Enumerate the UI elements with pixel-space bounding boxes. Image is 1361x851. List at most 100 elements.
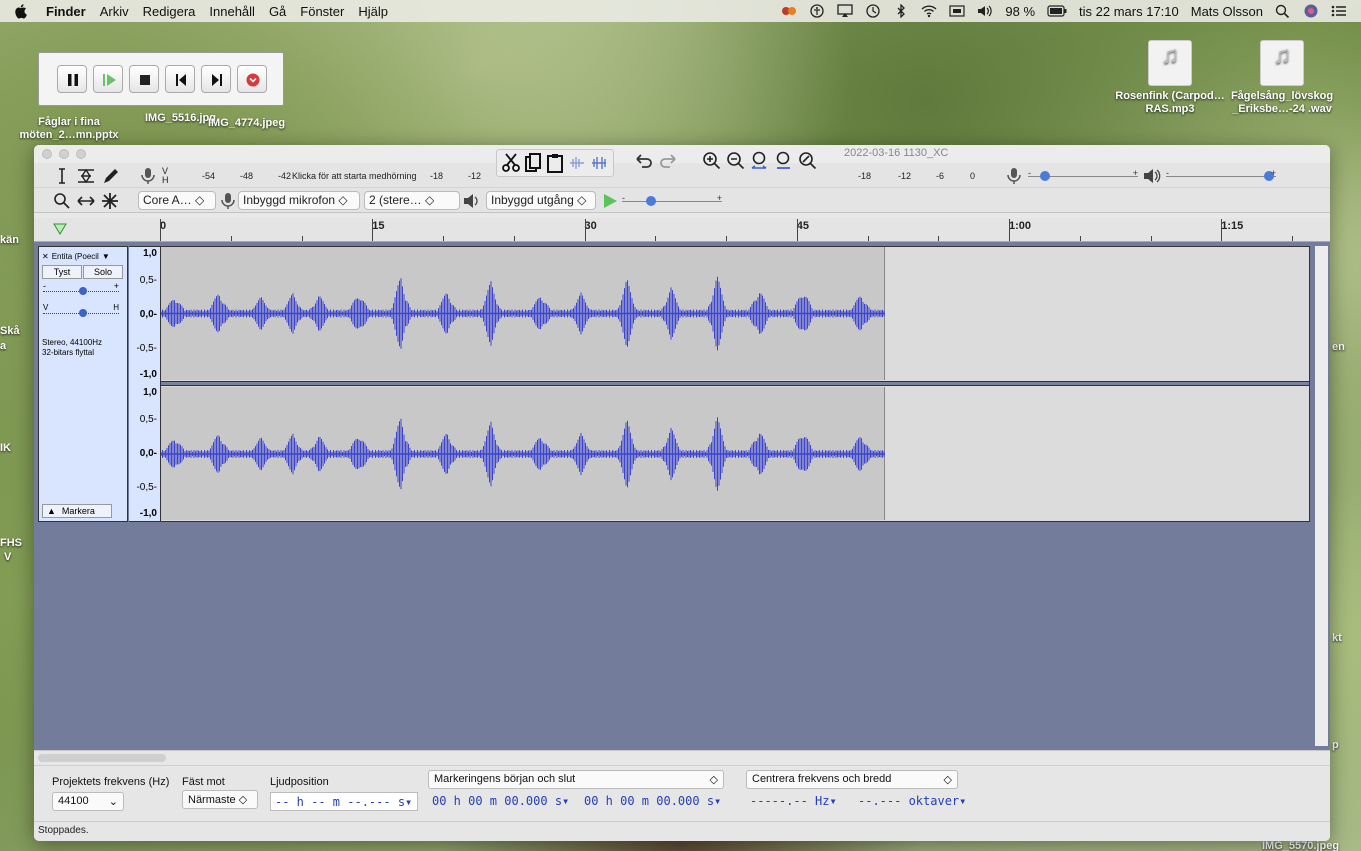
zoom-out-icon[interactable] — [726, 151, 746, 171]
play-at-speed-slider[interactable]: - + — [622, 193, 722, 209]
envelope-tool-icon[interactable] — [76, 166, 96, 186]
menu-user[interactable]: Mats Olsson — [1191, 4, 1263, 19]
desktop-file-img5516[interactable]: IMG_5516.jpg — [145, 112, 216, 124]
spotlight-search-icon[interactable] — [1275, 4, 1291, 18]
volume-icon[interactable] — [977, 4, 993, 18]
bandwidth-field[interactable]: --.--- oktaver▾ — [854, 792, 966, 811]
mute-button[interactable]: Tyst — [42, 265, 82, 279]
waveform-clip[interactable] — [160, 246, 1310, 522]
selection-start-field[interactable]: 00 h 00 m 00.000 s▾ — [428, 792, 576, 811]
fit-project-icon[interactable] — [774, 151, 794, 171]
desktop-label-ik[interactable]: IK — [0, 442, 11, 454]
zoom-toggle-icon[interactable] — [798, 151, 818, 171]
apple-icon[interactable] — [14, 3, 28, 19]
stop-button[interactable] — [129, 65, 159, 93]
zoom-window-button[interactable] — [76, 149, 86, 159]
solo-button[interactable]: Solo — [83, 265, 123, 279]
undo-icon[interactable] — [634, 151, 654, 171]
desktop-label-fhs[interactable]: FHS — [0, 537, 22, 549]
menu-arkiv[interactable]: Arkiv — [100, 4, 129, 19]
desktop-file-fagelsang[interactable]: Fågelsång_lövskog _Eriksbe…-24 .wav — [1222, 40, 1342, 116]
menu-datetime[interactable]: tis 22 mars 17:10 — [1079, 4, 1179, 19]
pause-button[interactable] — [57, 65, 87, 93]
notification-center-icon[interactable] — [1331, 4, 1347, 18]
collapse-track-icon[interactable]: ▲ — [47, 506, 56, 516]
waveform-right-channel[interactable] — [161, 387, 885, 520]
multi-tool-icon[interactable] — [100, 191, 120, 211]
selection-mode-select[interactable]: Markeringens början och slut ◇ — [428, 770, 724, 789]
skip-to-start-button[interactable] — [165, 65, 195, 93]
waveform-left-channel[interactable] — [161, 247, 885, 380]
play-at-speed-icon[interactable] — [600, 191, 620, 211]
channels-select[interactable]: 2 (stere… ◇ — [364, 191, 460, 210]
record-meter[interactable]: V H -54 -48 -42 Klicka för att starta me… — [162, 166, 502, 186]
spectral-mode-select[interactable]: Centrera frekvens och bredd ◇ — [746, 770, 958, 789]
bluetooth-icon[interactable] — [893, 4, 909, 18]
fit-selection-icon[interactable] — [750, 151, 770, 171]
audio-position-field[interactable]: -- h -- m --.--- s▾ — [270, 792, 418, 811]
gain-slider[interactable]: - + — [43, 281, 119, 297]
close-track-icon[interactable]: ✕ — [42, 252, 49, 261]
battery-icon[interactable] — [1047, 4, 1067, 18]
desktop-file-img5570[interactable]: IMG_5570.jpeg — [1262, 840, 1339, 851]
siri-icon[interactable] — [1303, 4, 1319, 18]
record-meter-mic-icon[interactable] — [138, 166, 158, 186]
draw-tool-icon[interactable] — [100, 166, 120, 186]
airplay-icon[interactable] — [837, 4, 854, 18]
selection-end-field[interactable]: 00 h 00 m 00.000 s▾ — [580, 792, 728, 811]
time-machine-icon[interactable] — [865, 4, 881, 18]
menu-finder[interactable]: Finder — [46, 4, 86, 19]
desktop-label-v[interactable]: V — [4, 551, 11, 563]
desktop-label-a[interactable]: a — [0, 340, 6, 352]
scrollbar-thumb[interactable] — [38, 754, 166, 762]
menu-fonster[interactable]: Fönster — [300, 4, 344, 19]
minimize-window-button[interactable] — [59, 149, 69, 159]
skip-to-end-button[interactable] — [201, 65, 231, 93]
timeline-ruler[interactable]: 0 15 30 45 1:00 1:15 — [34, 218, 1330, 242]
desktop-label-kt[interactable]: kt — [1332, 632, 1342, 644]
desktop-file-faglar[interactable]: Fåglar i fina möten_2…mn.pptx — [14, 116, 124, 142]
output-device-select[interactable]: Inbyggd utgång ◇ — [486, 191, 596, 210]
paste-icon[interactable] — [545, 152, 565, 174]
selection-tool-icon[interactable] — [52, 166, 72, 186]
playback-volume-slider[interactable]: - + — [1166, 168, 1276, 184]
copy-icon[interactable] — [523, 152, 543, 174]
accessibility-icon[interactable] — [809, 4, 825, 18]
desktop-file-img4774[interactable]: IMG_4774.jpeg — [208, 117, 285, 129]
project-rate-select[interactable]: 44100 ⌄ — [52, 792, 124, 811]
play-button[interactable] — [93, 65, 123, 93]
desktop-file-rosenfink[interactable]: Rosenfink (Carpod…RAS.mp3 — [1110, 40, 1230, 116]
audio-host-select[interactable]: Core A… ◇ — [138, 191, 216, 210]
menu-innehall[interactable]: Innehåll — [209, 4, 255, 19]
desktop-label-ska[interactable]: Skå — [0, 325, 20, 337]
trim-audio-icon[interactable] — [567, 152, 587, 174]
cut-icon[interactable] — [501, 152, 521, 174]
desktop-label-en[interactable]: en — [1332, 341, 1345, 353]
wifi-icon[interactable] — [921, 4, 937, 18]
menu-redigera[interactable]: Redigera — [143, 4, 196, 19]
silence-audio-icon[interactable] — [589, 152, 609, 174]
zoom-tool-icon[interactable] — [52, 191, 72, 211]
recording-volume-slider[interactable]: - + — [1028, 168, 1138, 184]
timeline-options-icon[interactable] — [52, 221, 68, 237]
zoom-in-icon[interactable] — [702, 151, 722, 171]
keyboard-input-icon[interactable] — [949, 4, 965, 18]
close-window-button[interactable] — [42, 149, 52, 159]
center-frequency-field[interactable]: -----.-- Hz▾ — [746, 792, 850, 811]
select-track-button[interactable]: ▲ Markera — [42, 504, 112, 518]
meter-start-monitoring[interactable]: Klicka för att starta medhörning — [292, 171, 417, 181]
record-button[interactable] — [237, 65, 267, 93]
desktop-label-kan[interactable]: kän — [0, 234, 19, 246]
pan-slider[interactable]: V H — [43, 303, 119, 319]
snap-to-select[interactable]: Närmaste ◇ — [182, 790, 258, 809]
playback-meter[interactable]: -18 -12 -6 0 — [854, 166, 1004, 186]
horizontal-scrollbar[interactable] — [34, 750, 1330, 765]
time-shift-tool-icon[interactable] — [76, 191, 96, 211]
flower-status-icon[interactable] — [781, 4, 797, 18]
vertical-scrollbar[interactable] — [1315, 246, 1328, 746]
desktop-label-p[interactable]: p — [1332, 739, 1339, 751]
menu-ga[interactable]: Gå — [269, 4, 286, 19]
redo-icon[interactable] — [658, 151, 678, 171]
menu-hjalp[interactable]: Hjälp — [358, 4, 388, 19]
track-name-menu[interactable]: ✕ Entita (Poecil ▼ — [42, 250, 124, 262]
